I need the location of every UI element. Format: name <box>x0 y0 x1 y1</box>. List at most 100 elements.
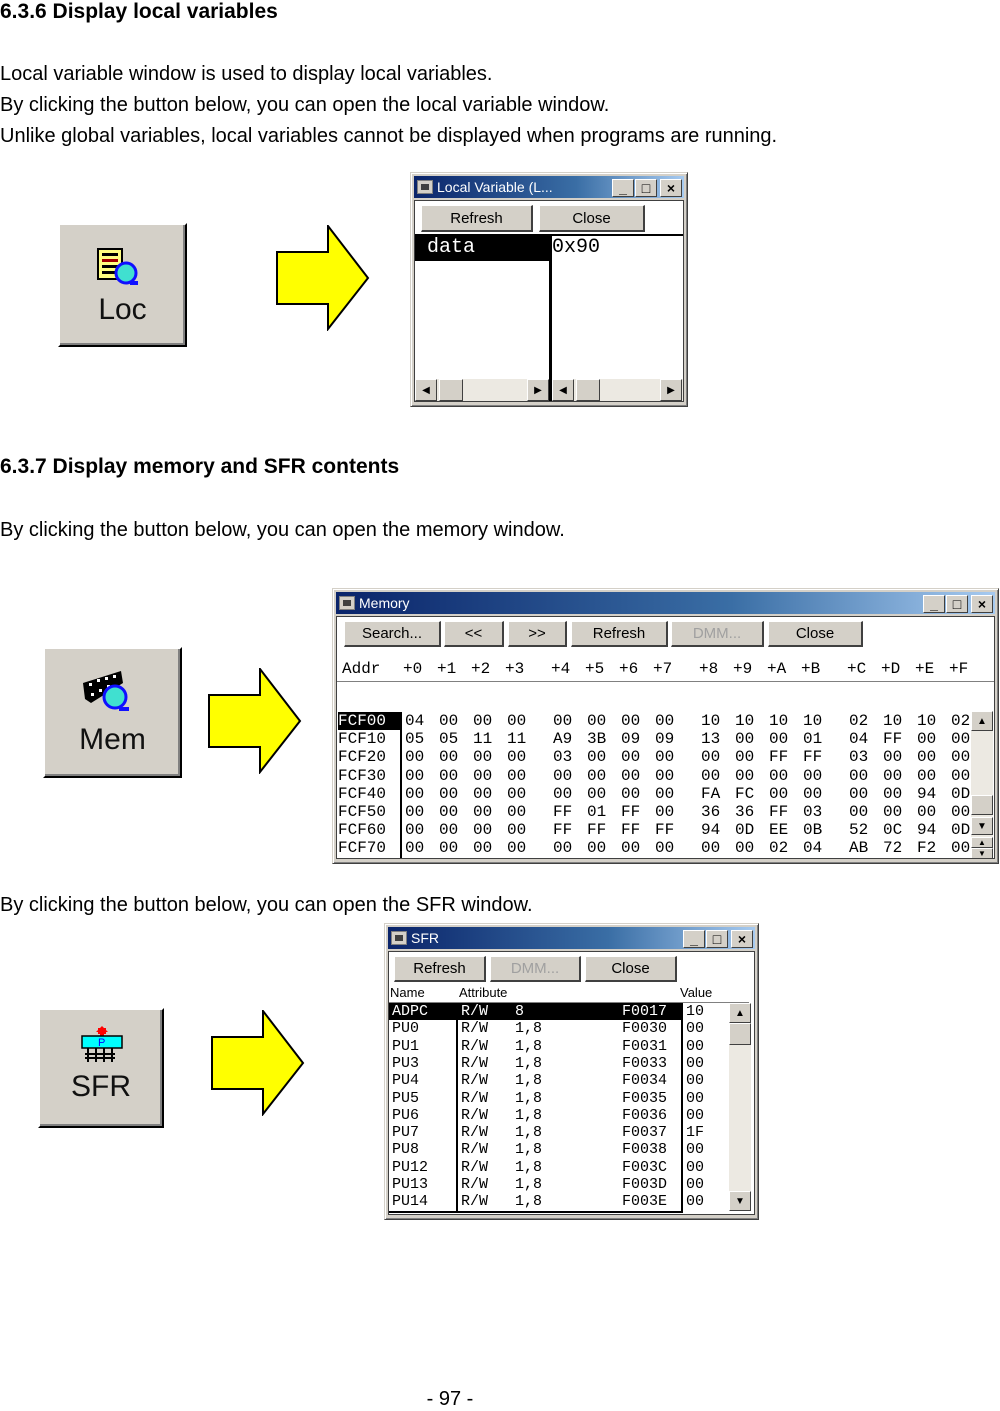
memory-byte[interactable]: FF <box>553 821 572 839</box>
column-header-name[interactable]: Name <box>390 985 425 1001</box>
memory-byte[interactable]: 00 <box>655 839 674 857</box>
memory-byte[interactable]: 0B <box>803 821 822 839</box>
memory-byte[interactable]: 00 <box>405 839 424 857</box>
memory-byte[interactable]: 00 <box>769 858 788 859</box>
memory-byte[interactable]: 03 <box>849 748 868 766</box>
memory-byte[interactable]: 00 <box>803 767 822 785</box>
memory-byte[interactable]: 01 <box>803 730 822 748</box>
sfr-row[interactable]: PU14 R/W 1,8 F003E 00 <box>389 1193 727 1210</box>
scroll-thumb[interactable] <box>971 795 993 815</box>
memory-byte[interactable]: A9 <box>553 730 572 748</box>
sfr-row[interactable]: PU0 R/W 1,8 F0030 00 <box>389 1020 727 1037</box>
memory-byte[interactable]: 00 <box>769 767 788 785</box>
memory-byte[interactable]: 00 <box>849 767 868 785</box>
memory-byte[interactable]: 72 <box>883 839 902 857</box>
memory-byte[interactable]: 00 <box>507 767 526 785</box>
memory-byte[interactable]: 11 <box>473 730 492 748</box>
memory-byte[interactable]: 00 <box>587 712 606 730</box>
memory-row[interactable]: FCF80 00 00 01 00 00 00 03 00 02 04 00 58 03 E9 02 02 <box>337 858 970 859</box>
memory-byte[interactable]: 0D <box>951 821 970 839</box>
close-button[interactable]: Close <box>768 621 863 647</box>
memory-byte[interactable]: 0D <box>951 785 970 803</box>
memory-row[interactable]: FCF00 04 00 00 00 00 00 00 00 10 10 10 10 02 10 10 02 <box>337 712 970 730</box>
refresh-button[interactable]: Refresh <box>571 621 668 647</box>
memory-byte[interactable]: FF <box>553 803 572 821</box>
scroll-right-button[interactable]: ▶ <box>527 379 549 401</box>
memory-byte[interactable]: 00 <box>917 730 936 748</box>
memory-byte[interactable]: 36 <box>701 803 720 821</box>
memory-byte[interactable]: 00 <box>439 858 458 859</box>
memory-byte[interactable]: 00 <box>553 712 572 730</box>
memory-byte[interactable]: 00 <box>405 767 424 785</box>
memory-byte[interactable]: 10 <box>883 712 902 730</box>
close-window-button[interactable]: × <box>971 595 993 613</box>
memory-byte[interactable]: 01 <box>587 803 606 821</box>
loc-toolbar-button[interactable]: Loc <box>58 223 187 347</box>
sfr-row[interactable]: PU5 R/W 1,8 F0035 00 <box>389 1090 727 1107</box>
memory-byte[interactable]: 00 <box>655 712 674 730</box>
sfr-row[interactable]: PU3 R/W 1,8 F0033 00 <box>389 1055 727 1072</box>
mem-toolbar-button[interactable]: Mem <box>43 647 182 778</box>
memory-byte[interactable]: 09 <box>621 730 640 748</box>
memory-byte[interactable]: 00 <box>587 839 606 857</box>
memory-byte[interactable]: 00 <box>553 785 572 803</box>
memory-byte[interactable]: 00 <box>621 839 640 857</box>
minimize-button[interactable]: _ <box>923 595 945 613</box>
memory-byte[interactable]: 00 <box>701 767 720 785</box>
memory-byte[interactable]: 00 <box>405 803 424 821</box>
memory-byte[interactable]: 00 <box>917 803 936 821</box>
sfr-toolbar-button[interactable]: P SFR <box>38 1008 164 1128</box>
memory-byte[interactable]: 00 <box>439 785 458 803</box>
memory-byte[interactable]: 00 <box>735 767 754 785</box>
memory-byte[interactable]: 00 <box>473 712 492 730</box>
memory-byte[interactable]: 00 <box>883 785 902 803</box>
memory-byte[interactable]: FF <box>621 821 640 839</box>
memory-byte[interactable]: 02 <box>849 712 868 730</box>
memory-byte[interactable]: FF <box>587 821 606 839</box>
memory-byte[interactable]: FF <box>883 730 902 748</box>
memory-byte[interactable]: 00 <box>405 821 424 839</box>
maximize-button[interactable]: □ <box>635 179 657 197</box>
memory-byte[interactable]: 00 <box>405 748 424 766</box>
memory-byte[interactable]: 00 <box>621 767 640 785</box>
scroll-down-button[interactable]: ▼ <box>729 1191 751 1211</box>
maximize-button[interactable]: □ <box>706 930 728 948</box>
memory-byte[interactable]: 00 <box>473 821 492 839</box>
memory-byte[interactable]: 00 <box>553 858 572 859</box>
memory-byte[interactable]: 00 <box>883 803 902 821</box>
memory-byte[interactable]: 00 <box>701 839 720 857</box>
memory-byte[interactable]: 11 <box>507 730 526 748</box>
name-horizontal-scrollbar[interactable]: ◀ ▶ <box>415 379 549 401</box>
memory-byte[interactable]: 10 <box>701 712 720 730</box>
memory-byte[interactable]: 00 <box>439 748 458 766</box>
variable-name-selected[interactable]: data <box>415 236 549 260</box>
memory-byte[interactable]: 00 <box>439 821 458 839</box>
memory-byte[interactable]: 00 <box>473 748 492 766</box>
memory-byte[interactable]: EE <box>769 821 788 839</box>
memory-byte[interactable]: 00 <box>473 803 492 821</box>
memory-byte[interactable]: 00 <box>473 839 492 857</box>
sfr-row[interactable]: PU1 R/W 1,8 F0031 00 <box>389 1038 727 1055</box>
memory-byte[interactable]: 94 <box>917 821 936 839</box>
scroll-left-button[interactable]: ◀ <box>552 379 574 401</box>
memory-byte[interactable]: 00 <box>587 748 606 766</box>
scroll-up-button[interactable]: ▲ <box>971 711 993 731</box>
memory-byte[interactable]: 00 <box>507 785 526 803</box>
memory-byte[interactable]: 03 <box>803 803 822 821</box>
close-button[interactable]: Close <box>539 205 645 232</box>
memory-byte[interactable]: 10 <box>803 712 822 730</box>
memory-byte[interactable]: 00 <box>621 748 640 766</box>
memory-byte[interactable]: 00 <box>735 839 754 857</box>
pane-splitter[interactable] <box>549 236 552 401</box>
memory-byte[interactable]: FA <box>701 785 720 803</box>
memory-byte[interactable]: 0C <box>883 821 902 839</box>
memory-byte[interactable]: 00 <box>587 858 606 859</box>
memory-byte[interactable]: 00 <box>735 730 754 748</box>
scroll-down-button[interactable]: ▼ <box>971 817 993 835</box>
memory-byte[interactable]: 10 <box>769 712 788 730</box>
sfr-row[interactable]: PU8 R/W 1,8 F0038 00 <box>389 1141 727 1158</box>
scroll-thumb[interactable] <box>439 379 463 401</box>
memory-byte[interactable]: 00 <box>951 839 970 857</box>
memory-byte[interactable]: 00 <box>507 803 526 821</box>
memory-byte[interactable]: 00 <box>849 785 868 803</box>
